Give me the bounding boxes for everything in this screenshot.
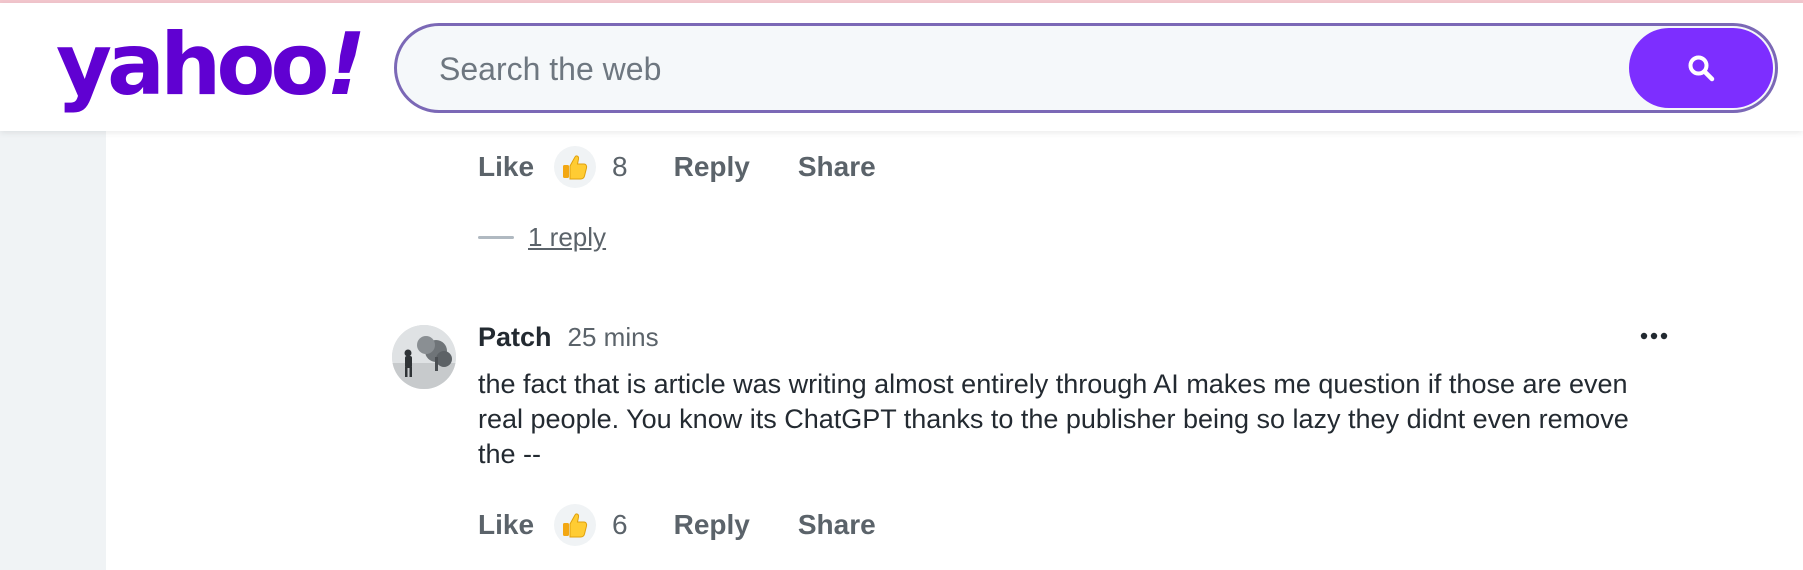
share-button[interactable]: Share <box>798 509 876 541</box>
reply-button[interactable]: Reply <box>674 151 750 183</box>
comment-author[interactable]: Patch <box>478 322 552 353</box>
comment-actions: Like 6 Reply Share <box>478 501 876 549</box>
site-header: yahoo! <box>0 3 1803 131</box>
comment-header: Patch 25 mins <box>478 317 659 357</box>
reply-button[interactable]: Reply <box>674 509 750 541</box>
search-icon <box>1688 55 1715 82</box>
comment-timestamp: 25 mins <box>567 321 659 352</box>
like-button[interactable]: Like <box>478 151 534 183</box>
search-button[interactable] <box>1629 28 1773 108</box>
more-options-icon <box>1640 332 1668 340</box>
replies-count-link[interactable]: 1 reply <box>528 222 606 253</box>
thumbs-up-icon <box>563 513 588 538</box>
avatar[interactable] <box>392 325 456 389</box>
like-count: 8 <box>612 151 628 182</box>
more-options-button[interactable] <box>1634 321 1674 351</box>
yahoo-logo[interactable]: yahoo! <box>56 15 371 115</box>
share-button[interactable]: Share <box>798 151 876 183</box>
like-reaction-button[interactable] <box>554 504 597 546</box>
replies-connector-line <box>478 235 514 239</box>
previous-comment-actions: Like 8 Reply Share <box>478 143 876 191</box>
search-input[interactable] <box>437 26 1601 112</box>
like-count: 6 <box>612 509 628 540</box>
left-rail <box>0 131 106 570</box>
search-bar <box>394 23 1778 113</box>
thumbs-up-icon <box>563 155 588 180</box>
avatar-image <box>392 325 456 389</box>
like-reaction-button[interactable] <box>554 146 597 188</box>
view-replies-toggle[interactable]: 1 reply <box>478 217 606 257</box>
comments-section: Like 8 Reply Share 1 reply Patch 25 mins… <box>106 131 1803 570</box>
like-button[interactable]: Like <box>478 509 534 541</box>
logo-wordmark: yahoo <box>56 15 329 115</box>
comment-text: the fact that is article was writing alm… <box>478 369 1629 469</box>
